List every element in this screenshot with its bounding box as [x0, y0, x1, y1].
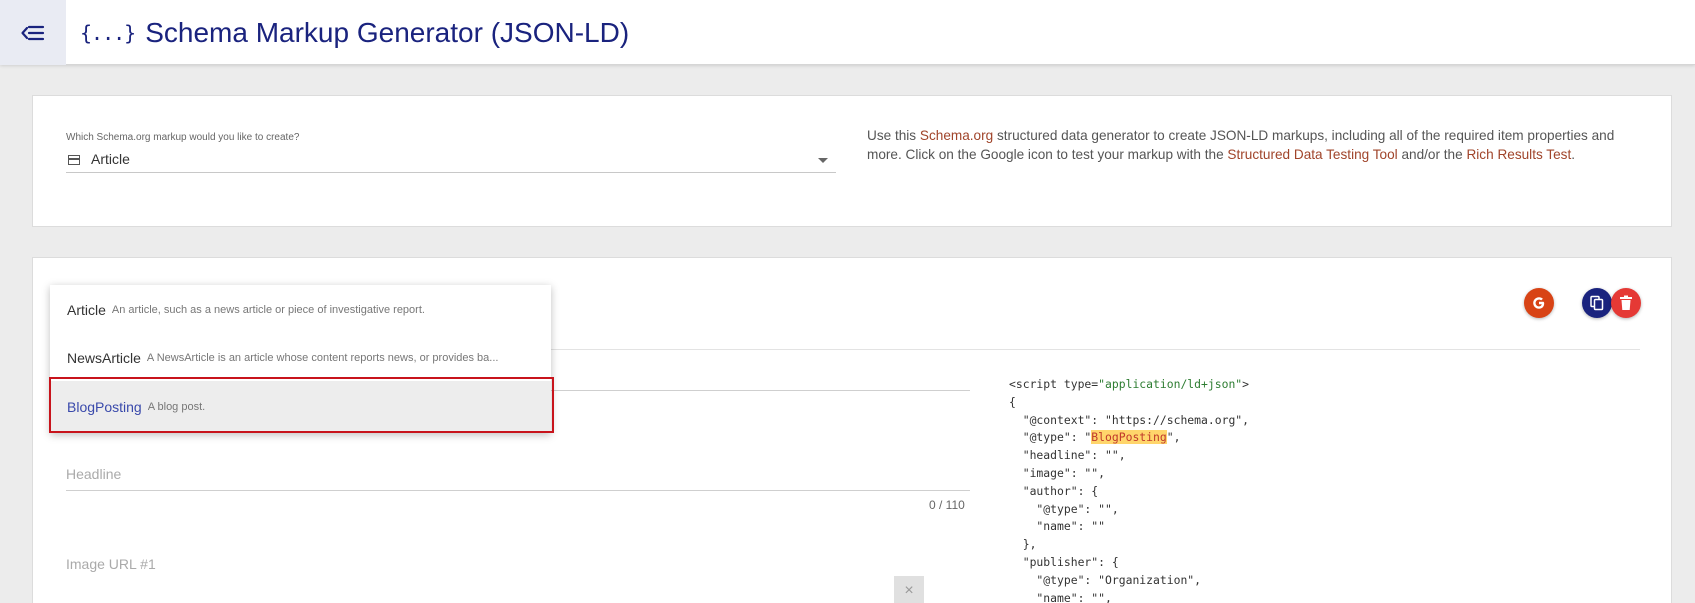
dropdown-option-blogposting[interactable]: BlogPosting A blog post. [50, 381, 551, 433]
code-line: "name": "", [1009, 590, 1112, 603]
code-line: "headline": "", [1009, 448, 1126, 463]
image-url-input[interactable]: Image URL #1 [66, 546, 970, 586]
type-dropdown-menu: Article An article, such as a news artic… [50, 285, 551, 433]
dropdown-option-newsarticle[interactable]: NewsArticle A NewsArticle is an article … [50, 333, 551, 382]
menu-back-arrow-icon [21, 25, 45, 40]
schema-org-link[interactable]: Schema.org [920, 128, 993, 143]
code-line: "author": { [1009, 483, 1099, 498]
structured-data-testing-tool-link[interactable]: Structured Data Testing Tool [1227, 147, 1397, 162]
headline-char-counter: 0 / 110 [929, 498, 965, 512]
code-line: { [1009, 394, 1016, 409]
code-line: }, [1009, 537, 1037, 552]
image-url-placeholder: Image URL #1 [66, 556, 156, 572]
schema-select-value: Article [91, 151, 130, 167]
schema-select-label: Which Schema.org markup would you like t… [66, 132, 300, 143]
menu-toggle-button[interactable] [0, 0, 66, 65]
rich-results-test-link[interactable]: Rich Results Test [1466, 147, 1571, 162]
code-line: <script type="application/ld+json"> [1009, 377, 1250, 391]
dropdown-option-article[interactable]: Article An article, such as a news artic… [50, 285, 551, 334]
chevron-down-icon [818, 158, 828, 163]
trash-icon [1620, 295, 1632, 310]
schema-type-select[interactable]: Article [66, 148, 836, 173]
code-line: "@type": "BlogPosting", [1009, 430, 1181, 445]
title-area: {...} Schema Markup Generator (JSON-LD) [80, 0, 629, 65]
top-bar: {...} Schema Markup Generator (JSON-LD) [0, 0, 1695, 65]
list-card-icon [68, 155, 80, 165]
close-icon: × [904, 582, 914, 599]
headline-input[interactable]: Headline [66, 456, 970, 491]
code-line: "@type": "Organization", [1009, 572, 1202, 587]
code-braces-icon: {...} [80, 20, 136, 45]
headline-placeholder: Headline [66, 466, 122, 482]
code-line: "image": "", [1009, 465, 1106, 480]
generator-description: Use this Schema.org structured data gene… [867, 128, 1615, 162]
copy-button[interactable] [1582, 288, 1612, 318]
code-line: "@type": "", [1009, 501, 1119, 516]
delete-button[interactable] [1611, 288, 1641, 318]
image-url-clear-button[interactable]: × [894, 576, 924, 603]
google-icon [1533, 297, 1545, 309]
code-line: "@context": "https://schema.org", [1009, 412, 1250, 427]
code-line: "name": "" [1009, 519, 1106, 534]
schema-selector-card: Which Schema.org markup would you like t… [32, 95, 1672, 227]
google-test-button[interactable] [1524, 288, 1554, 318]
json-ld-code-preview: <script type="application/ld+json"> { "@… [1009, 376, 1249, 603]
copy-icon [1590, 295, 1604, 311]
page-title: Schema Markup Generator (JSON-LD) [145, 16, 630, 48]
code-line: "publisher": { [1009, 554, 1119, 569]
type-value-highlight: BlogPosting [1091, 430, 1167, 445]
